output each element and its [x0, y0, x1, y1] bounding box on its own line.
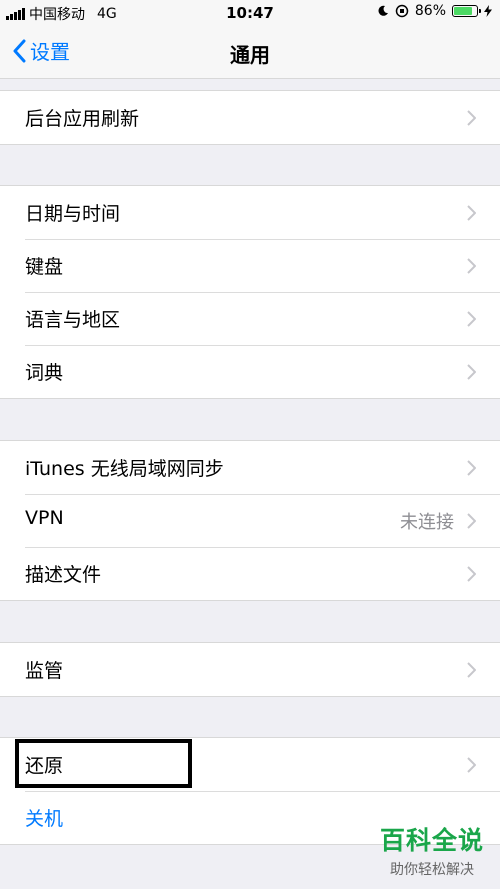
row-label: iTunes 无线局域网同步 [25, 458, 224, 480]
row-label: 语言与地区 [25, 309, 121, 331]
shut-down-label: 关机 [25, 808, 64, 830]
battery-percent: 86% [414, 3, 446, 19]
settings-group-background: 后台应用刷新 [0, 90, 500, 145]
chevron-right-icon [467, 258, 476, 274]
settings-group-supervision: 监管 [0, 642, 500, 697]
navigation-bar: 设置 通用 [0, 26, 500, 79]
row-supervision[interactable]: 监管 [0, 643, 500, 696]
row-keyboard[interactable]: 键盘 [0, 239, 500, 292]
row-background-app-refresh[interactable]: 后台应用刷新 [0, 91, 500, 144]
watermark-subtitle: 助你轻松解决 [389, 862, 474, 878]
row-label: 日期与时间 [25, 203, 121, 225]
chevron-right-icon [467, 205, 476, 221]
status-bar: 中国移动 4G 10:47 86% [0, 0, 500, 26]
settings-group-locale: 日期与时间 键盘 语言与地区 词典 [0, 185, 500, 399]
row-dictionary[interactable]: 词典 [0, 345, 500, 398]
chevron-right-icon [467, 513, 476, 529]
chevron-right-icon [467, 460, 476, 476]
chevron-right-icon [467, 311, 476, 327]
settings-group-network: iTunes 无线局域网同步 VPN 未连接 描述文件 [0, 440, 500, 601]
chevron-right-icon [467, 110, 476, 126]
highlight-box [15, 739, 192, 788]
row-label: 词典 [25, 362, 64, 384]
row-label: 描述文件 [25, 564, 102, 586]
vpn-status: 未连接 [400, 512, 454, 533]
battery-icon [452, 5, 481, 17]
row-date-time[interactable]: 日期与时间 [0, 186, 500, 239]
watermark-title: 百科全说 [379, 826, 484, 855]
chevron-right-icon [467, 757, 476, 773]
status-right: 86% [377, 3, 492, 19]
row-vpn[interactable]: VPN 未连接 [0, 494, 500, 547]
chevron-right-icon [467, 364, 476, 380]
chevron-right-icon [467, 662, 476, 678]
row-profiles[interactable]: 描述文件 [0, 547, 500, 600]
row-label: 监管 [25, 660, 64, 682]
watermark: 百科全说 助你轻松解决 [380, 821, 484, 879]
charging-icon [484, 5, 492, 17]
orientation-lock-icon [395, 4, 409, 18]
row-language-region[interactable]: 语言与地区 [0, 292, 500, 345]
page-title: 通用 [230, 43, 270, 67]
moon-icon [378, 5, 388, 16]
row-label: 键盘 [25, 256, 64, 278]
row-itunes-wifi-sync[interactable]: iTunes 无线局域网同步 [0, 441, 500, 494]
chevron-right-icon [467, 566, 476, 582]
row-label: VPN [25, 507, 64, 529]
row-label: 后台应用刷新 [25, 108, 140, 130]
